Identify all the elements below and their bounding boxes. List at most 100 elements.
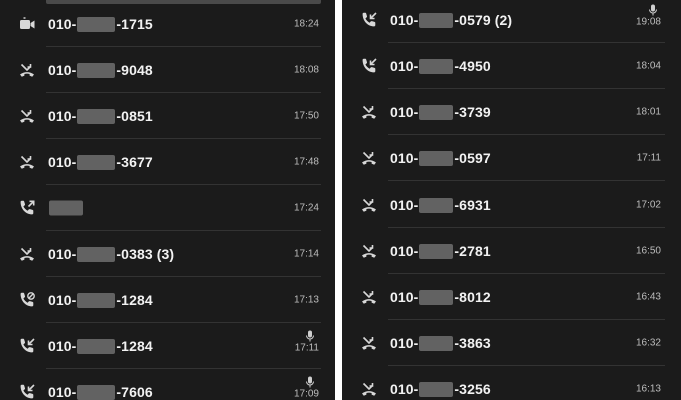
recording-mic-icon [648, 3, 658, 16]
call-time: 19:08 [635, 16, 661, 28]
call-time: 17:24 [293, 202, 319, 214]
incoming-call-icon [17, 336, 37, 356]
number-prefix: 010- [390, 243, 419, 259]
call-count: (2) [490, 12, 513, 28]
call-log-row[interactable]: 010- -1715 18:24 [0, 1, 335, 47]
call-log-row[interactable]: 010- -1284 17:11 [0, 323, 335, 369]
call-log-row[interactable]: 010- -0597 17:11 [342, 135, 681, 181]
number-suffix: -6931 [454, 197, 491, 213]
call-time: 18:01 [635, 106, 661, 118]
redacted-digits [419, 104, 454, 120]
call-log-row[interactable]: 010- -3677 17:48 [0, 139, 335, 185]
redacted-digits [77, 108, 116, 124]
missed-call-icon [359, 148, 379, 168]
recording-mic-icon [305, 329, 315, 342]
call-log-right-panel: 010- -0579 (2) 19:08 010- -4950 18:04 010- -373… [342, 0, 681, 400]
row-divider [388, 180, 665, 181]
missed-call-icon [359, 102, 379, 122]
call-log-row[interactable]: 010- -2781 16:50 [342, 228, 681, 274]
call-time: 16:43 [635, 291, 661, 303]
number-suffix: -0597 [454, 150, 491, 166]
redacted-digits [419, 197, 454, 213]
call-log-left-panel: 010- -1715 18:24 010- -9048 18:08 010- -0851 17:… [0, 0, 335, 400]
phone-number: 010- -3677 [48, 154, 153, 170]
number-prefix: 010- [48, 62, 77, 78]
number-suffix: -8012 [454, 289, 491, 305]
number-suffix: -3256 [454, 381, 491, 397]
phone-number: 010- -1284 [48, 292, 153, 308]
call-log-row[interactable]: 010- -3863 16:32 [342, 320, 681, 366]
outgoing-call-icon [17, 198, 37, 218]
number-prefix: 010- [48, 292, 77, 308]
call-time: 17:14 [293, 248, 319, 260]
call-time: 17:11 [636, 152, 661, 164]
blocked-call-icon [17, 290, 37, 310]
phone-number: 010- -9048 [48, 62, 153, 78]
number-prefix: 010- [390, 58, 419, 74]
number-prefix: 010- [48, 384, 77, 400]
call-log-row[interactable]: 17:24 [0, 185, 335, 231]
phone-number: 010- -1284 [48, 338, 153, 354]
call-log-row[interactable]: 010- -8012 16:43 [342, 274, 681, 320]
number-prefix: 010- [48, 338, 77, 354]
call-time: 17:13 [293, 294, 319, 306]
call-time: 17:09 [293, 388, 319, 400]
number-suffix: -4950 [454, 58, 491, 74]
call-time: 16:50 [635, 245, 661, 257]
redacted-digits [77, 62, 116, 78]
number-prefix: 010- [390, 335, 419, 351]
missed-call-icon [359, 333, 379, 353]
phone-number [48, 200, 84, 216]
number-suffix: -3677 [116, 154, 153, 170]
call-time: 18:04 [635, 60, 661, 72]
number-prefix: 010- [390, 104, 419, 120]
call-log-row[interactable]: 010- -6931 17:02 [342, 182, 681, 228]
missed-call-icon [17, 152, 37, 172]
call-time: 17:02 [635, 199, 661, 211]
call-log-row[interactable]: 010- -3739 18:01 [342, 89, 681, 135]
number-suffix: -3739 [454, 104, 491, 120]
call-log-row[interactable]: 010- -4950 18:04 [342, 43, 681, 89]
redacted-digits [77, 292, 116, 308]
incoming-call-icon [359, 56, 379, 76]
number-prefix: 010- [48, 154, 77, 170]
redacted-digits [77, 154, 116, 170]
phone-number: 010- -6931 [390, 197, 491, 213]
phone-number: 010- -0597 [390, 150, 491, 166]
number-suffix: -0383 [116, 246, 153, 262]
call-log-row[interactable]: 010- -1284 17:13 [0, 277, 335, 323]
number-suffix: -1715 [116, 16, 153, 32]
video-call-icon [17, 14, 37, 34]
redacted-digits [419, 335, 454, 351]
phone-number: 010- -0383 (3) [48, 246, 174, 262]
number-prefix: 010- [390, 381, 419, 397]
missed-call-icon [359, 287, 379, 307]
call-log-row[interactable]: 010- -7606 17:09 [0, 369, 335, 400]
phone-number: 010- -0579 (2) [390, 12, 512, 28]
phone-number: 010- -3256 [390, 381, 491, 397]
number-suffix: -9048 [116, 62, 153, 78]
number-suffix: -1284 [116, 338, 153, 354]
redacted-digits [419, 58, 454, 74]
phone-number: 010- -1715 [48, 16, 153, 32]
number-prefix: 010- [390, 289, 419, 305]
call-log-row[interactable]: 010- -0851 17:50 [0, 93, 335, 139]
recording-mic-icon [305, 375, 315, 388]
call-log-row[interactable]: 010- -9048 18:08 [0, 47, 335, 93]
incoming-call-icon [359, 10, 379, 30]
phone-number: 010- -0851 [48, 108, 153, 124]
number-prefix: 010- [48, 16, 77, 32]
call-log-row[interactable]: 010- -3256 16:13 [342, 366, 681, 400]
number-suffix: -7606 [116, 384, 153, 400]
redacted-digits [419, 289, 454, 305]
call-log-row[interactable]: 010- -0579 (2) 19:08 [342, 0, 681, 43]
redacted-digits [77, 246, 116, 262]
number-prefix: 010- [48, 246, 77, 262]
call-log-row[interactable]: 010- -0383 (3) 17:14 [0, 231, 335, 277]
redacted-digits [419, 150, 454, 166]
phone-number: 010- -2781 [390, 243, 491, 259]
number-prefix: 010- [48, 108, 77, 124]
call-time: 17:50 [293, 110, 319, 122]
number-prefix: 010- [390, 150, 419, 166]
redacted-digits [77, 338, 116, 354]
